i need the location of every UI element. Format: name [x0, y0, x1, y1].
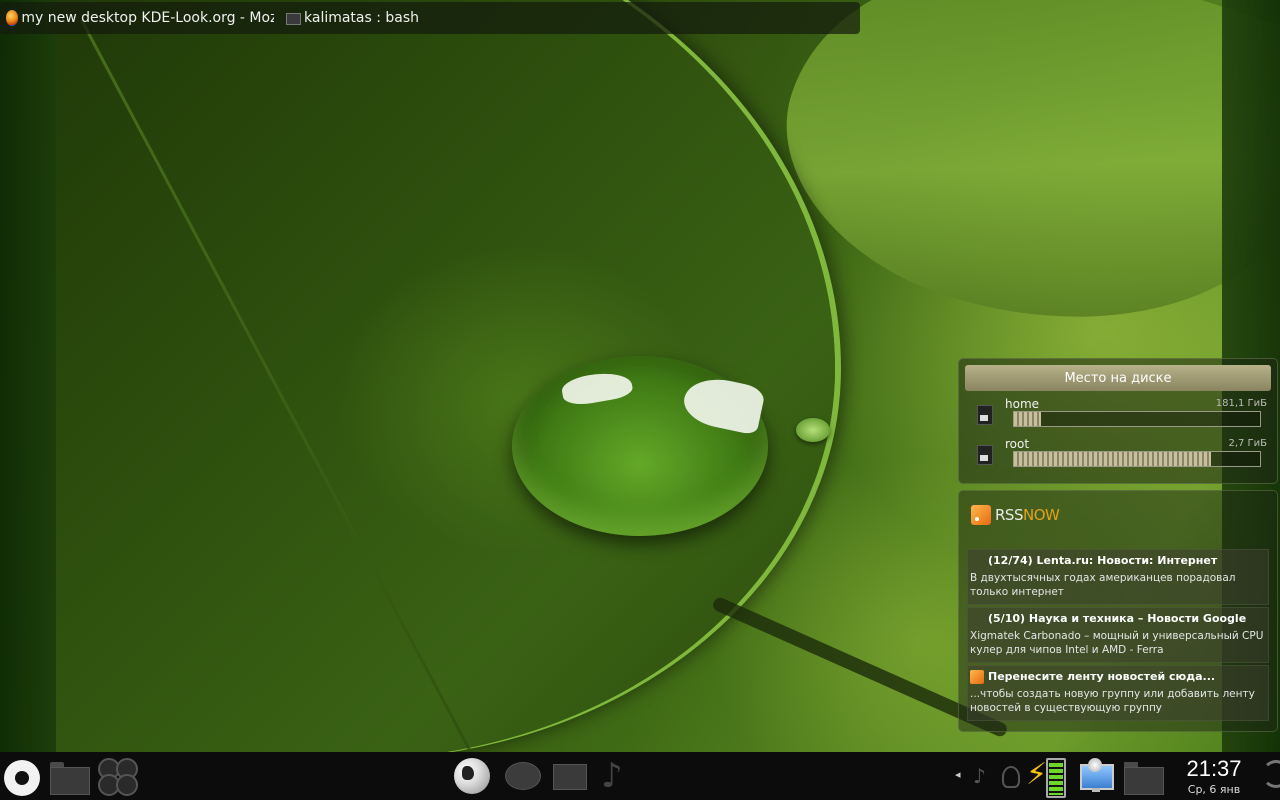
disk-size: 2,7 ГиБ [1228, 438, 1267, 449]
tray-expand-arrow-icon[interactable]: ◂ [955, 768, 961, 781]
disk-usage-bar [1013, 451, 1261, 467]
chat-bubble-icon[interactable] [503, 758, 541, 794]
disc-shape [1088, 758, 1102, 772]
disk-name: root [1005, 437, 1030, 451]
rss-item-text: В двухтысячных годах американцев порадов… [970, 572, 1236, 598]
network-monitor-icon[interactable] [1080, 758, 1114, 794]
disk-row-root[interactable]: root 2,7 ГиБ [969, 435, 1269, 471]
folder-icon[interactable] [1124, 760, 1164, 795]
battery-icon[interactable] [1046, 758, 1066, 798]
battery-level [1049, 762, 1063, 795]
rss-item[interactable]: (12/74) Lenta.ru: Новости: Интернет В дв… [967, 549, 1269, 605]
rss-item-title: Перенесите ленту новостей сюда... [968, 666, 1268, 684]
terminal-screen-icon[interactable] [551, 758, 587, 794]
clock-date[interactable]: Ср, 6 янв [1176, 783, 1252, 796]
top-taskbar: my new desktop KDE-Look.org - Mozilla Fi… [0, 2, 860, 34]
rss-feed-icon [970, 670, 984, 684]
monitor-stand [1092, 788, 1100, 792]
drop-highlight [560, 368, 634, 408]
clock-time[interactable]: 21:37 [1176, 756, 1252, 782]
task-title: my new desktop KDE-Look.org - Mozilla Fi… [21, 10, 274, 26]
rss-item-title: (5/10) Наука и техника – Новости Google [988, 612, 1247, 625]
pager-petal [116, 774, 138, 796]
kde-menu-button[interactable] [4, 760, 40, 796]
task-title: kalimatas : bash [304, 10, 420, 26]
rss-logo-text-accent: NOW [1022, 506, 1060, 524]
wallpaper-small-drop [796, 418, 830, 442]
rssnow-widget: RSS NOW (12/74) Lenta.ru: Новости: Интер… [958, 490, 1278, 732]
hdd-icon [977, 405, 993, 425]
disk-name: home [1005, 397, 1040, 411]
disk-size: 181,1 ГиБ [1215, 398, 1267, 409]
folder-body [50, 767, 90, 795]
rss-item-text: Xigmatek Carbonado – мощный и универсаль… [970, 630, 1264, 656]
power-bolt-icon[interactable]: ⚡ [1026, 760, 1047, 790]
firefox-icon [6, 10, 19, 26]
note-glyph: ♪ [601, 756, 623, 796]
rss-item-text: ...чтобы создать новую группу или добави… [970, 688, 1255, 714]
disk-row-home[interactable]: home 181,1 ГиБ [969, 395, 1269, 431]
globe-shape [454, 758, 490, 794]
rss-logo-text: RSS [995, 506, 1023, 524]
tray-bulb-icon[interactable] [1002, 766, 1020, 788]
disk-widget-title: Место на диске [965, 365, 1271, 391]
task-firefox[interactable]: my new desktop KDE-Look.org - Mozilla Fi… [0, 2, 280, 34]
rss-item[interactable]: (5/10) Наука и техника – Новости Google … [967, 607, 1269, 663]
left-shade [0, 0, 56, 752]
task-terminal[interactable]: kalimatas : bash [280, 2, 425, 34]
rss-drop-target[interactable]: Перенесите ленту новостей сюда... ...что… [967, 665, 1269, 721]
folder-icon[interactable] [50, 758, 90, 795]
rss-feed-icon [971, 505, 991, 525]
folder-body [1124, 767, 1164, 795]
music-note-icon[interactable]: ♪ [597, 758, 635, 794]
pager-icon[interactable] [98, 758, 138, 796]
browser-globe-icon[interactable] [452, 758, 492, 794]
disk-usage-fill [1014, 412, 1042, 426]
bubble-shape [505, 762, 541, 790]
rss-item-title: (12/74) Lenta.ru: Новости: Интернет [988, 554, 1218, 567]
rssnow-logo: RSS NOW [971, 505, 1060, 525]
tray-music-icon[interactable]: ♪ [973, 764, 986, 788]
rss-item-title-text: Перенесите ленту новостей сюда... [988, 670, 1216, 683]
hdd-icon [977, 445, 993, 465]
wallpaper-water-drop [512, 356, 768, 536]
screen-shape [553, 764, 587, 790]
disk-space-widget: Место на диске home 181,1 ГиБ root 2,7 Г… [958, 358, 1278, 484]
terminal-icon [286, 13, 301, 25]
disk-usage-fill [1014, 452, 1211, 466]
disk-usage-bar [1013, 411, 1261, 427]
